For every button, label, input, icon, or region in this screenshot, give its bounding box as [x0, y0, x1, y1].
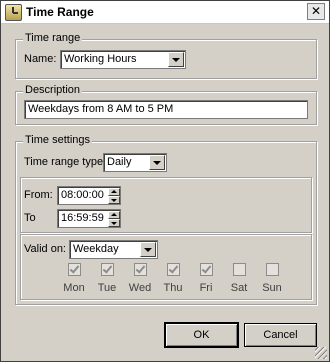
from-time-value: 08:00:00 — [61, 189, 104, 201]
day-label: Sat — [230, 282, 248, 294]
checkbox-sat — [232, 263, 246, 276]
name-combobox[interactable]: Working Hours — [60, 50, 186, 69]
day-label: Thu — [163, 282, 183, 294]
time-range-type-combobox[interactable]: Daily — [103, 153, 167, 172]
checkbox-sun — [265, 263, 279, 276]
day-fri: Fri — [192, 263, 220, 294]
day-label: Wed — [128, 282, 152, 294]
title-bar[interactable]: Time Range ✕ — [1, 1, 329, 24]
valid-on-value: Weekday — [73, 243, 119, 255]
day-label: Fri — [199, 282, 213, 294]
checkbox-mon — [67, 263, 81, 276]
resize-grip-icon[interactable] — [315, 347, 327, 359]
time-settings-legend: Time settings — [23, 134, 93, 146]
time-window-frame: From: 08:00:00 To 16:59:59 — [20, 177, 312, 233]
spin-up-icon[interactable] — [108, 188, 120, 196]
name-value: Working Hours — [64, 53, 137, 65]
day-wed: Wed — [126, 263, 154, 294]
clock-icon — [5, 4, 22, 21]
window-title: Time Range — [26, 5, 94, 19]
description-legend: Description — [23, 84, 83, 96]
description-input[interactable]: Weekdays from 8 AM to 5 PM — [24, 100, 308, 119]
spin-down-icon[interactable] — [108, 196, 120, 204]
day-mon: Mon — [60, 263, 88, 294]
close-icon: ✕ — [310, 4, 322, 18]
to-label: To — [24, 212, 36, 224]
name-label: Name: — [24, 53, 57, 65]
checkbox-fri — [199, 263, 213, 276]
cancel-button[interactable]: Cancel — [244, 323, 317, 347]
time-range-group: Time range Name: Working Hours — [15, 32, 317, 79]
from-label: From: — [24, 189, 53, 201]
description-value: Weekdays from 8 AM to 5 PM — [28, 103, 174, 115]
day-thu: Thu — [159, 263, 187, 294]
ok-button[interactable]: OK — [164, 322, 239, 348]
spin-up-icon[interactable] — [108, 211, 120, 219]
chevron-down-icon[interactable] — [149, 155, 165, 170]
time-range-type-label: Time range type: — [24, 156, 107, 168]
day-tue: Tue — [93, 263, 121, 294]
to-time-value: 16:59:59 — [61, 212, 104, 224]
chevron-down-icon[interactable] — [140, 242, 156, 257]
close-button[interactable]: ✕ — [307, 3, 325, 20]
day-label: Sun — [262, 282, 282, 294]
description-group: Description Weekdays from 8 AM to 5 PM — [15, 84, 317, 125]
to-time-picker[interactable]: 16:59:59 — [57, 209, 121, 228]
day-sun: Sun — [258, 263, 286, 294]
valid-on-combobox[interactable]: Weekday — [69, 240, 158, 259]
spin-down-icon[interactable] — [108, 219, 120, 227]
checkbox-tue — [100, 263, 114, 276]
checkbox-wed — [133, 263, 147, 276]
day-label: Mon — [63, 282, 85, 294]
time-range-type-value: Daily — [107, 156, 132, 168]
from-time-picker[interactable]: 08:00:00 — [57, 186, 121, 205]
time-range-dialog: Time Range ✕ Time range Name: Working Ho… — [0, 0, 330, 362]
day-label: Tue — [97, 282, 117, 294]
chevron-down-icon[interactable] — [168, 52, 184, 67]
valid-on-label: Valid on: — [24, 243, 66, 255]
day-sat: Sat — [225, 263, 253, 294]
checkbox-thu — [166, 263, 180, 276]
valid-on-frame: Valid on: Weekday Mon Tue Wed Thu Fri Sa… — [20, 234, 312, 300]
time-settings-group: Time settings Time range type: Daily Fro… — [15, 134, 317, 305]
time-range-legend: Time range — [23, 32, 83, 44]
